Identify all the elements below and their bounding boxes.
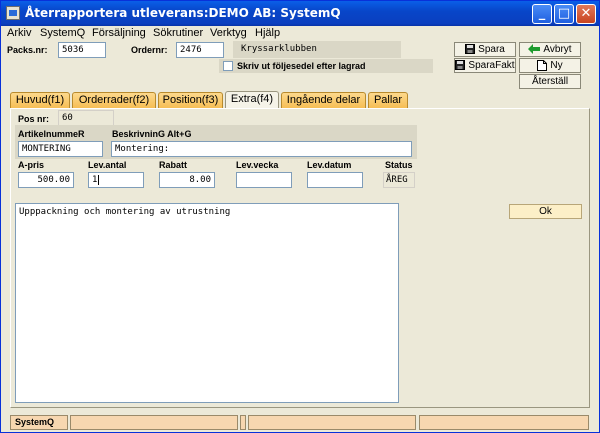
application-window: Återrapportera utleverans:DEMO AB: Syste… bbox=[0, 0, 600, 433]
customer-name-panel: Kryssarklubben bbox=[233, 41, 401, 58]
menu-systemq[interactable]: SystemQ bbox=[40, 26, 85, 41]
lev-vecka-field[interactable] bbox=[236, 172, 292, 188]
pos-nr-field: 60 bbox=[58, 110, 114, 126]
rabatt-field[interactable]: 8.00 bbox=[159, 172, 215, 188]
notes-textarea[interactable]: Upppackning och montering av utrustning bbox=[15, 203, 399, 403]
floppy-icon bbox=[455, 60, 466, 71]
close-button[interactable]: ✕ bbox=[576, 4, 596, 24]
tab-extra[interactable]: Extra(f4) bbox=[225, 91, 279, 108]
status-cell-systemq: SystemQ bbox=[10, 415, 68, 430]
avbryt-label: Avbryt bbox=[543, 44, 572, 55]
print-checkbox[interactable] bbox=[223, 61, 233, 71]
aterstall-button[interactable]: Återställ bbox=[519, 74, 581, 89]
lev-antal-label: Lev.antal bbox=[88, 160, 127, 170]
beskrivning-field[interactable]: Montering: bbox=[111, 141, 412, 157]
print-option-panel: Skriv ut följesedel efter lagrad bbox=[219, 59, 433, 73]
beskrivning-label: BeskrivninG Alt+G bbox=[112, 129, 192, 139]
menu-hjalp[interactable]: Hjälp bbox=[255, 26, 280, 41]
window-title: Återrapportera utleverans:DEMO AB: Syste… bbox=[25, 6, 341, 20]
menu-arkiv[interactable]: Arkiv bbox=[7, 26, 31, 41]
lev-antal-field[interactable]: 1 bbox=[88, 172, 144, 188]
menu-sokrutiner[interactable]: Sökrutiner bbox=[153, 26, 203, 41]
menu-forsaljning[interactable]: Försäljning bbox=[92, 26, 146, 41]
tab-ingaende-delar[interactable]: Ingående delar bbox=[281, 92, 366, 108]
ok-button[interactable]: Ok bbox=[509, 204, 582, 219]
artikelnummer-field[interactable]: MONTERING bbox=[18, 141, 103, 157]
new-document-icon bbox=[537, 59, 548, 71]
status-cell-4 bbox=[248, 415, 416, 430]
tab-orderrader[interactable]: Orderrader(f2) bbox=[72, 92, 156, 108]
maximize-button[interactable]: □ bbox=[554, 4, 574, 24]
sparafakt-button[interactable]: SparaFakt bbox=[454, 58, 516, 73]
lev-datum-field[interactable] bbox=[307, 172, 363, 188]
order-nr-field[interactable]: 2476 bbox=[176, 42, 224, 58]
app-icon bbox=[6, 6, 20, 20]
rabatt-label: Rabatt bbox=[159, 160, 188, 170]
back-arrow-icon bbox=[528, 44, 541, 55]
status-bar: SystemQ bbox=[1, 413, 599, 432]
spara-button[interactable]: Spara bbox=[454, 42, 516, 57]
status-cell-2 bbox=[70, 415, 238, 430]
status-cell-3 bbox=[240, 415, 246, 430]
status-field: ÅREG bbox=[383, 172, 415, 188]
status-label: Status bbox=[385, 160, 413, 170]
order-nr-label: Ordernr: bbox=[131, 45, 168, 55]
ny-button[interactable]: Ny bbox=[519, 58, 581, 73]
lev-vecka-label: Lev.vecka bbox=[236, 160, 279, 170]
title-bar[interactable]: Återrapportera utleverans:DEMO AB: Syste… bbox=[1, 1, 599, 26]
tab-position[interactable]: Position(f3) bbox=[158, 92, 223, 108]
print-checkbox-label: Skriv ut följesedel efter lagrad bbox=[237, 61, 366, 71]
spara-label: Spara bbox=[478, 44, 505, 55]
artikelnummer-label: ArtikelnummeR bbox=[18, 129, 85, 139]
pos-nr-label: Pos nr: bbox=[18, 114, 50, 124]
avbryt-button[interactable]: Avbryt bbox=[519, 42, 581, 57]
a-pris-label: A-pris bbox=[18, 160, 45, 170]
packs-nr-label: Packs.nr: bbox=[7, 45, 48, 55]
menu-verktyg[interactable]: Verktyg bbox=[210, 26, 247, 41]
minimize-button[interactable]: _ bbox=[532, 4, 552, 24]
status-cell-5 bbox=[419, 415, 589, 430]
customer-name: Kryssarklubben bbox=[241, 44, 317, 54]
menu-bar: Arkiv SystemQ Försäljning Sökrutiner Ver… bbox=[1, 26, 599, 41]
tab-pallar[interactable]: Pallar bbox=[368, 92, 408, 108]
a-pris-field[interactable]: 500.00 bbox=[18, 172, 74, 188]
lev-datum-label: Lev.datum bbox=[307, 160, 352, 170]
tab-huvud[interactable]: Huvud(f1) bbox=[10, 92, 70, 108]
ny-label: Ny bbox=[550, 60, 563, 71]
sparafakt-label: SparaFakt bbox=[468, 60, 515, 71]
floppy-icon bbox=[465, 44, 476, 55]
packs-nr-field[interactable]: 5036 bbox=[58, 42, 106, 58]
